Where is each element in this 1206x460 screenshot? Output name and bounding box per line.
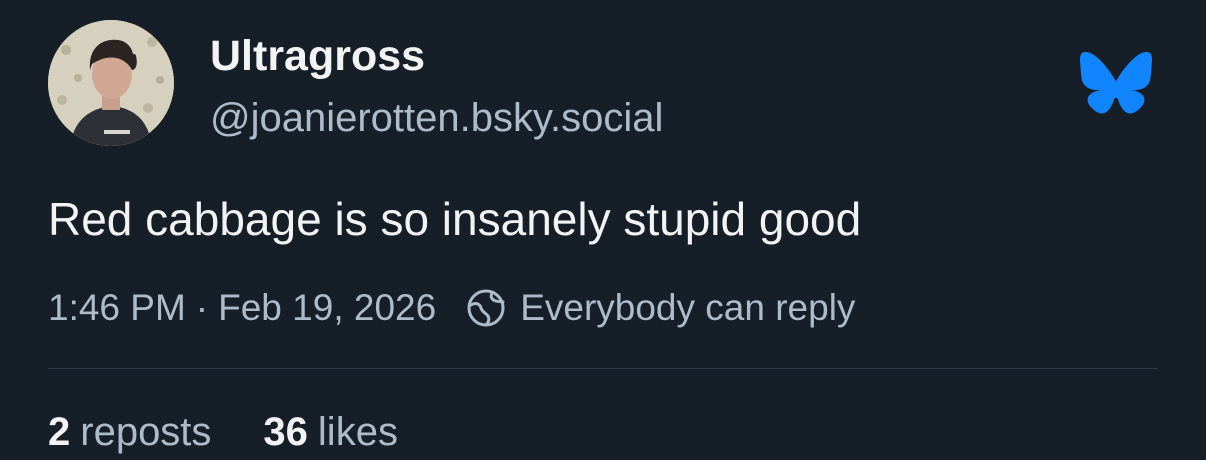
likes-stat[interactable]: 36 likes (263, 404, 398, 460)
author-display-name[interactable]: Ultragross (210, 30, 425, 82)
reposts-label: reposts (80, 410, 212, 454)
post-stats: 2 reposts 36 likes (48, 404, 398, 460)
reply-setting-label: Everybody can reply (520, 287, 856, 328)
post-date: Feb 19, 2026 (218, 287, 437, 328)
reposts-stat[interactable]: 2 reposts (48, 404, 211, 460)
divider (48, 368, 1158, 369)
profile-photo (48, 20, 174, 146)
likes-count: 36 (263, 410, 308, 454)
post-time: 1:46 PM (48, 287, 186, 328)
likes-label: likes (317, 410, 398, 454)
reply-setting[interactable]: Everybody can reply (466, 287, 855, 329)
post-card: Ultragross @joanierotten.bsky.social Red… (0, 0, 1206, 458)
reposts-count: 2 (48, 410, 71, 454)
post-meta: 1:46 PM · Feb 19, 2026 Everybody can rep… (48, 284, 855, 332)
post-text: Red cabbage is so insanely stupid good (48, 193, 862, 245)
avatar[interactable] (48, 20, 174, 146)
author-handle[interactable]: @joanierotten.bsky.social (210, 94, 663, 142)
bluesky-butterfly-icon (1080, 52, 1152, 114)
globe-icon (467, 289, 505, 327)
meta-separator: · (195, 287, 209, 328)
